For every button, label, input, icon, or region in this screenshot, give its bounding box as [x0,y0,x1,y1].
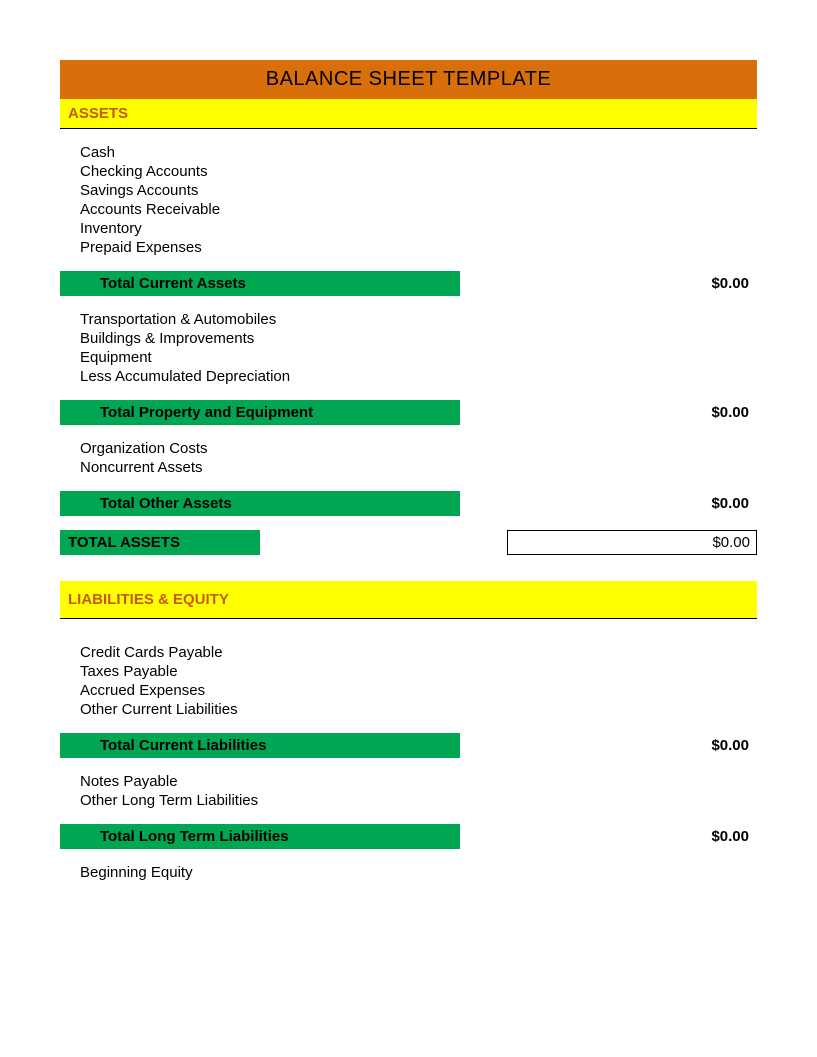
line-item: Other Long Term Liabilities [80,791,757,810]
line-item: Organization Costs [80,439,757,458]
total-property-equipment-label: Total Property and Equipment [60,400,460,425]
total-property-equipment-row: Total Property and Equipment $0.00 [60,400,757,425]
longterm-liabilities-list: Notes Payable Other Long Term Liabilitie… [60,772,757,822]
total-longterm-liabilities-row: Total Long Term Liabilities $0.00 [60,824,757,849]
total-property-equipment-value: $0.00 [667,400,757,425]
total-assets-row: TOTAL ASSETS $0.00 [60,530,757,555]
other-assets-list: Organization Costs Noncurrent Assets [60,439,757,489]
current-liabilities-list: Credit Cards Payable Taxes Payable Accru… [60,619,757,731]
current-assets-list: Cash Checking Accounts Savings Accounts … [60,129,757,269]
property-assets-list: Transportation & Automobiles Buildings &… [60,310,757,398]
total-assets-value: $0.00 [507,530,757,555]
line-item: Noncurrent Assets [80,458,757,477]
total-current-liabilities-label: Total Current Liabilities [60,733,460,758]
total-other-assets-row: Total Other Assets $0.00 [60,491,757,516]
line-item: Notes Payable [80,772,757,791]
line-item: Transportation & Automobiles [80,310,757,329]
total-other-assets-value: $0.00 [667,491,757,516]
total-longterm-liabilities-value: $0.00 [667,824,757,849]
total-current-assets-row: Total Current Assets $0.00 [60,271,757,296]
line-item: Savings Accounts [80,181,757,200]
line-item: Beginning Equity [80,863,757,882]
assets-section-header: ASSETS [60,99,757,129]
total-current-liabilities-value: $0.00 [667,733,757,758]
line-item: Buildings & Improvements [80,329,757,348]
total-current-assets-value: $0.00 [667,271,757,296]
document-title: BALANCE SHEET TEMPLATE [60,60,757,99]
line-item: Accounts Receivable [80,200,757,219]
line-item: Checking Accounts [80,162,757,181]
line-item: Inventory [80,219,757,238]
line-item: Taxes Payable [80,662,757,681]
line-item: Prepaid Expenses [80,238,757,257]
line-item: Equipment [80,348,757,367]
total-current-assets-label: Total Current Assets [60,271,460,296]
liabilities-equity-section-header: LIABILITIES & EQUITY [60,581,757,619]
line-item: Less Accumulated Depreciation [80,367,757,386]
line-item: Other Current Liabilities [80,700,757,719]
total-longterm-liabilities-label: Total Long Term Liabilities [60,824,460,849]
line-item: Cash [80,143,757,162]
total-other-assets-label: Total Other Assets [60,491,460,516]
line-item: Credit Cards Payable [80,643,757,662]
total-assets-label: TOTAL ASSETS [60,530,260,555]
total-current-liabilities-row: Total Current Liabilities $0.00 [60,733,757,758]
line-item: Accrued Expenses [80,681,757,700]
equity-list: Beginning Equity [60,863,757,894]
